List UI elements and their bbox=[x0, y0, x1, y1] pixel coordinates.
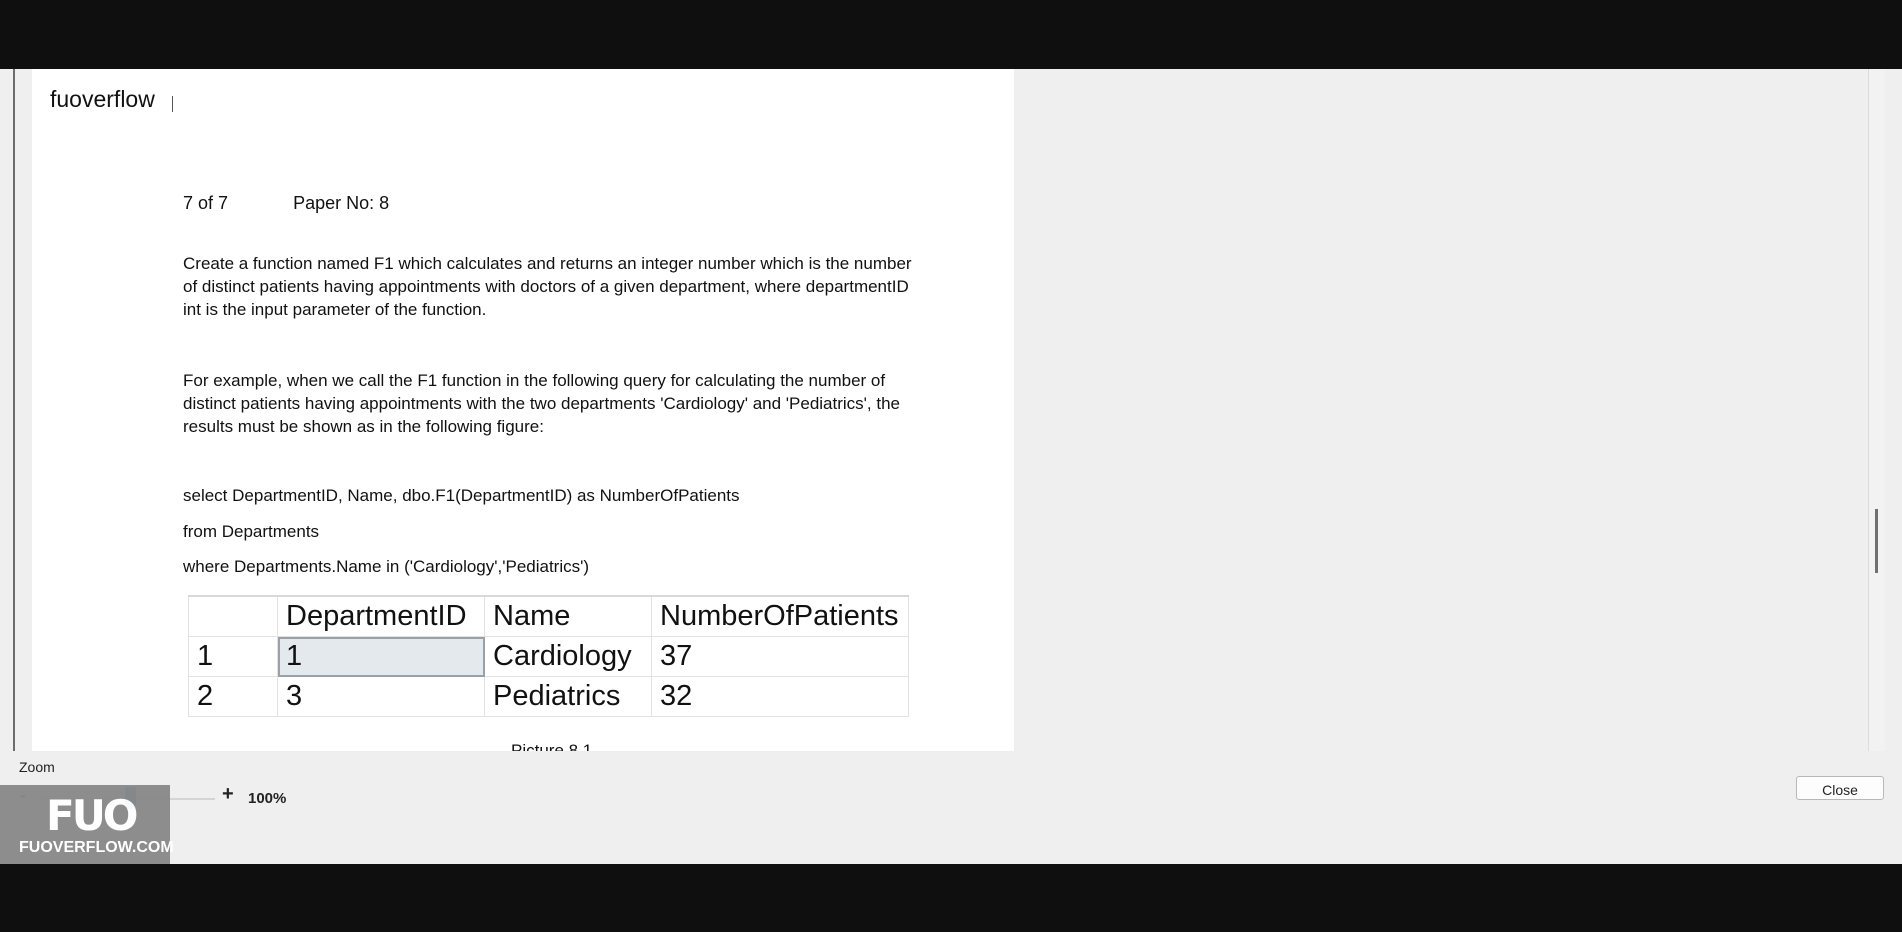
table-cell: 32 bbox=[651, 676, 909, 717]
fuoverflow-logo: FUO FUOVERFLOW.COM bbox=[0, 785, 174, 864]
row-number-cell: 1 bbox=[188, 636, 278, 677]
header-cell bbox=[188, 595, 278, 637]
sql-line-from: from Departments bbox=[183, 522, 320, 541]
watermark-text: fuoverflow bbox=[42, 83, 163, 115]
page-indicator: 7 of 7 bbox=[183, 193, 229, 213]
zoom-in-button[interactable]: + bbox=[222, 783, 234, 806]
document-page: fuoverflow 7 of 7 Paper No: 8 Create a f… bbox=[32, 69, 1014, 751]
result-grid: DepartmentID Name NumberOfPatients 1 1 C… bbox=[188, 595, 909, 717]
paper-number: Paper No: 8 bbox=[293, 193, 390, 213]
figure-caption: Picture 8.1 bbox=[511, 741, 593, 751]
zoom-value: 100% bbox=[248, 790, 287, 807]
table-cell: Cardiology bbox=[484, 636, 652, 677]
document-viewport[interactable]: fuoverflow 7 of 7 Paper No: 8 Create a f… bbox=[0, 69, 1902, 751]
vertical-scrollbar[interactable] bbox=[1868, 69, 1885, 751]
question-viewer-window: fuoverflow 7 of 7 Paper No: 8 Create a f… bbox=[0, 69, 1902, 864]
zoom-label: Zoom bbox=[19, 759, 55, 775]
logo-text: FUOVERFLOW.COM bbox=[19, 839, 174, 856]
page-header: 7 of 7 Paper No: 8 bbox=[183, 193, 449, 214]
table-row: 2 3 Pediatrics 32 bbox=[188, 676, 909, 717]
logo-mark: FUO bbox=[46, 791, 138, 840]
scrollbar-thumb[interactable] bbox=[1875, 509, 1878, 573]
close-button[interactable]: Close bbox=[1796, 776, 1884, 800]
bottom-toolbar: Zoom - + 100% Close bbox=[0, 751, 1902, 864]
selected-cell: 1 bbox=[277, 636, 485, 677]
text-caret bbox=[172, 96, 173, 112]
table-row: 1 1 Cardiology 37 bbox=[188, 636, 909, 677]
header-cell: DepartmentID bbox=[277, 595, 485, 637]
question-paragraph: Create a function named F1 which calcula… bbox=[183, 254, 912, 319]
table-cell: Pediatrics bbox=[484, 676, 652, 717]
table-cell: 3 bbox=[277, 676, 485, 717]
sql-line-select: select DepartmentID, Name, dbo.F1(Depart… bbox=[183, 486, 740, 505]
row-number-cell: 2 bbox=[188, 676, 278, 717]
left-border bbox=[13, 69, 15, 751]
header-cell: NumberOfPatients bbox=[651, 595, 909, 637]
example-paragraph: For example, when we call the F1 functio… bbox=[183, 371, 900, 436]
table-cell: 37 bbox=[651, 636, 909, 677]
table-header-row: DepartmentID Name NumberOfPatients bbox=[188, 595, 909, 637]
header-cell: Name bbox=[484, 595, 652, 637]
sql-line-where: where Departments.Name in ('Cardiology',… bbox=[183, 557, 590, 576]
